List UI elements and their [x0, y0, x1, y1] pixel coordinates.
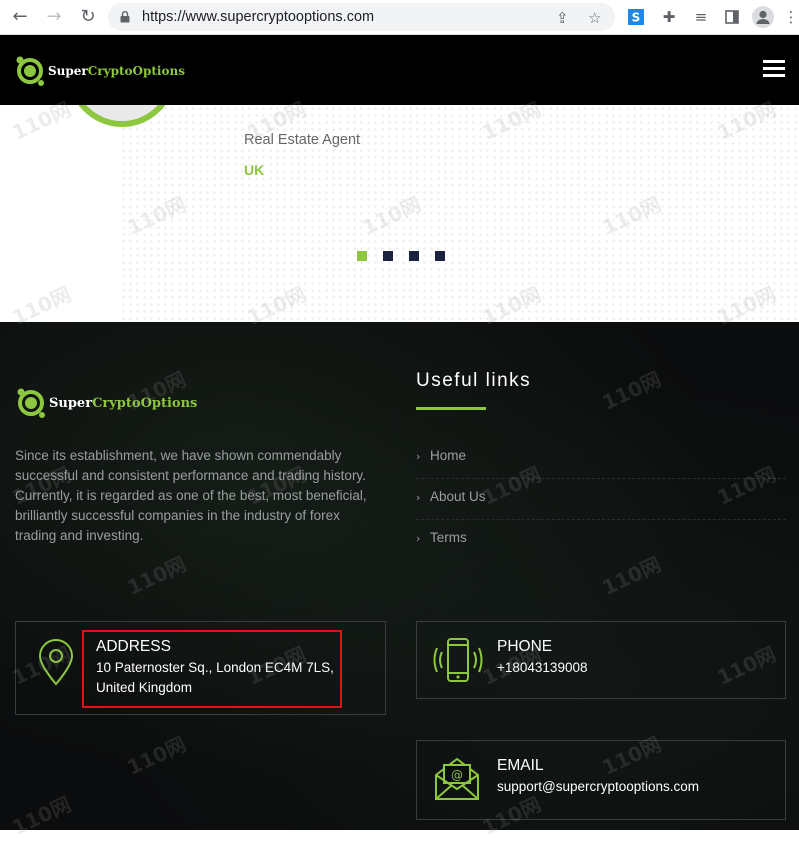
phone-title: PHONE	[497, 638, 553, 655]
footer-link-about-us[interactable]: › About Us	[416, 479, 786, 520]
email-title: EMAIL	[497, 757, 544, 774]
email-envelope-icon: @	[435, 757, 479, 800]
testimonial-role: Real Estate Agent	[244, 132, 361, 148]
chevron-right-icon: ›	[416, 450, 421, 463]
slider-dot-2[interactable]	[383, 251, 393, 261]
share-icon[interactable]: ⇪	[556, 9, 569, 27]
logo-mark-icon	[17, 388, 45, 418]
phone-number[interactable]: +18043139008	[497, 658, 587, 678]
site-logo[interactable]: SuperCryptoOptions	[14, 54, 185, 88]
logo-mark-icon	[16, 56, 44, 86]
extensions-puzzle-icon[interactable]: ✚	[658, 6, 680, 28]
slider-dot-3[interactable]	[409, 251, 419, 261]
side-panel-icon[interactable]	[721, 6, 743, 28]
svg-text:S: S	[632, 11, 641, 25]
browser-toolbar: ← → ↻ https://www.supercryptooptions.com…	[0, 0, 799, 35]
phone-card: PHONE +18043139008	[416, 621, 786, 699]
about-text: Since its establishment, we have shown c…	[15, 448, 367, 543]
back-arrow-icon[interactable]: ←	[8, 6, 32, 28]
phone-icon	[433, 638, 483, 682]
email-card: @ EMAIL support@supercryptooptions.com	[416, 740, 786, 820]
address-bar[interactable]: https://www.supercryptooptions.com ⇪ ☆	[108, 3, 615, 31]
logo-text: SuperCryptoOptions	[48, 64, 185, 78]
location-pin-icon	[38, 639, 74, 686]
slider-dot-1[interactable]	[357, 251, 367, 261]
world-map-dots	[120, 105, 799, 322]
url-text[interactable]: https://www.supercryptooptions.com	[142, 9, 374, 25]
highlight-box	[82, 630, 342, 708]
site-footer: SuperCryptoOptions Since its establishme…	[0, 322, 799, 830]
heading-underline	[416, 407, 486, 410]
forward-arrow-icon[interactable]: →	[42, 6, 66, 28]
logo-text: SuperCryptoOptions	[49, 395, 198, 411]
testimonial-section: Real Estate Agent UK	[0, 105, 799, 322]
footer-link-terms[interactable]: › Terms	[416, 520, 786, 561]
chevron-right-icon: ›	[416, 491, 421, 504]
chevron-right-icon: ›	[416, 532, 421, 545]
media-queue-icon[interactable]: ≡	[690, 6, 712, 28]
menu-kebab-icon[interactable]: ⋮	[780, 6, 799, 28]
testimonial-country: UK	[244, 162, 265, 178]
extension-s-icon[interactable]: S	[625, 6, 647, 28]
site-header: SuperCryptoOptions	[0, 35, 799, 105]
footer-logo[interactable]: SuperCryptoOptions	[15, 386, 197, 420]
lock-icon	[120, 11, 130, 23]
footer-link-home[interactable]: › Home	[416, 438, 786, 479]
reload-icon[interactable]: ↻	[76, 6, 100, 28]
bookmark-star-icon[interactable]: ☆	[588, 9, 601, 27]
profile-avatar-icon[interactable]	[752, 6, 774, 28]
hamburger-menu-icon[interactable]	[763, 60, 785, 78]
useful-links-heading: Useful links	[416, 370, 532, 391]
svg-text:@: @	[451, 768, 463, 782]
email-address[interactable]: support@supercryptooptions.com	[497, 777, 699, 797]
slider-dot-4[interactable]	[435, 251, 445, 261]
